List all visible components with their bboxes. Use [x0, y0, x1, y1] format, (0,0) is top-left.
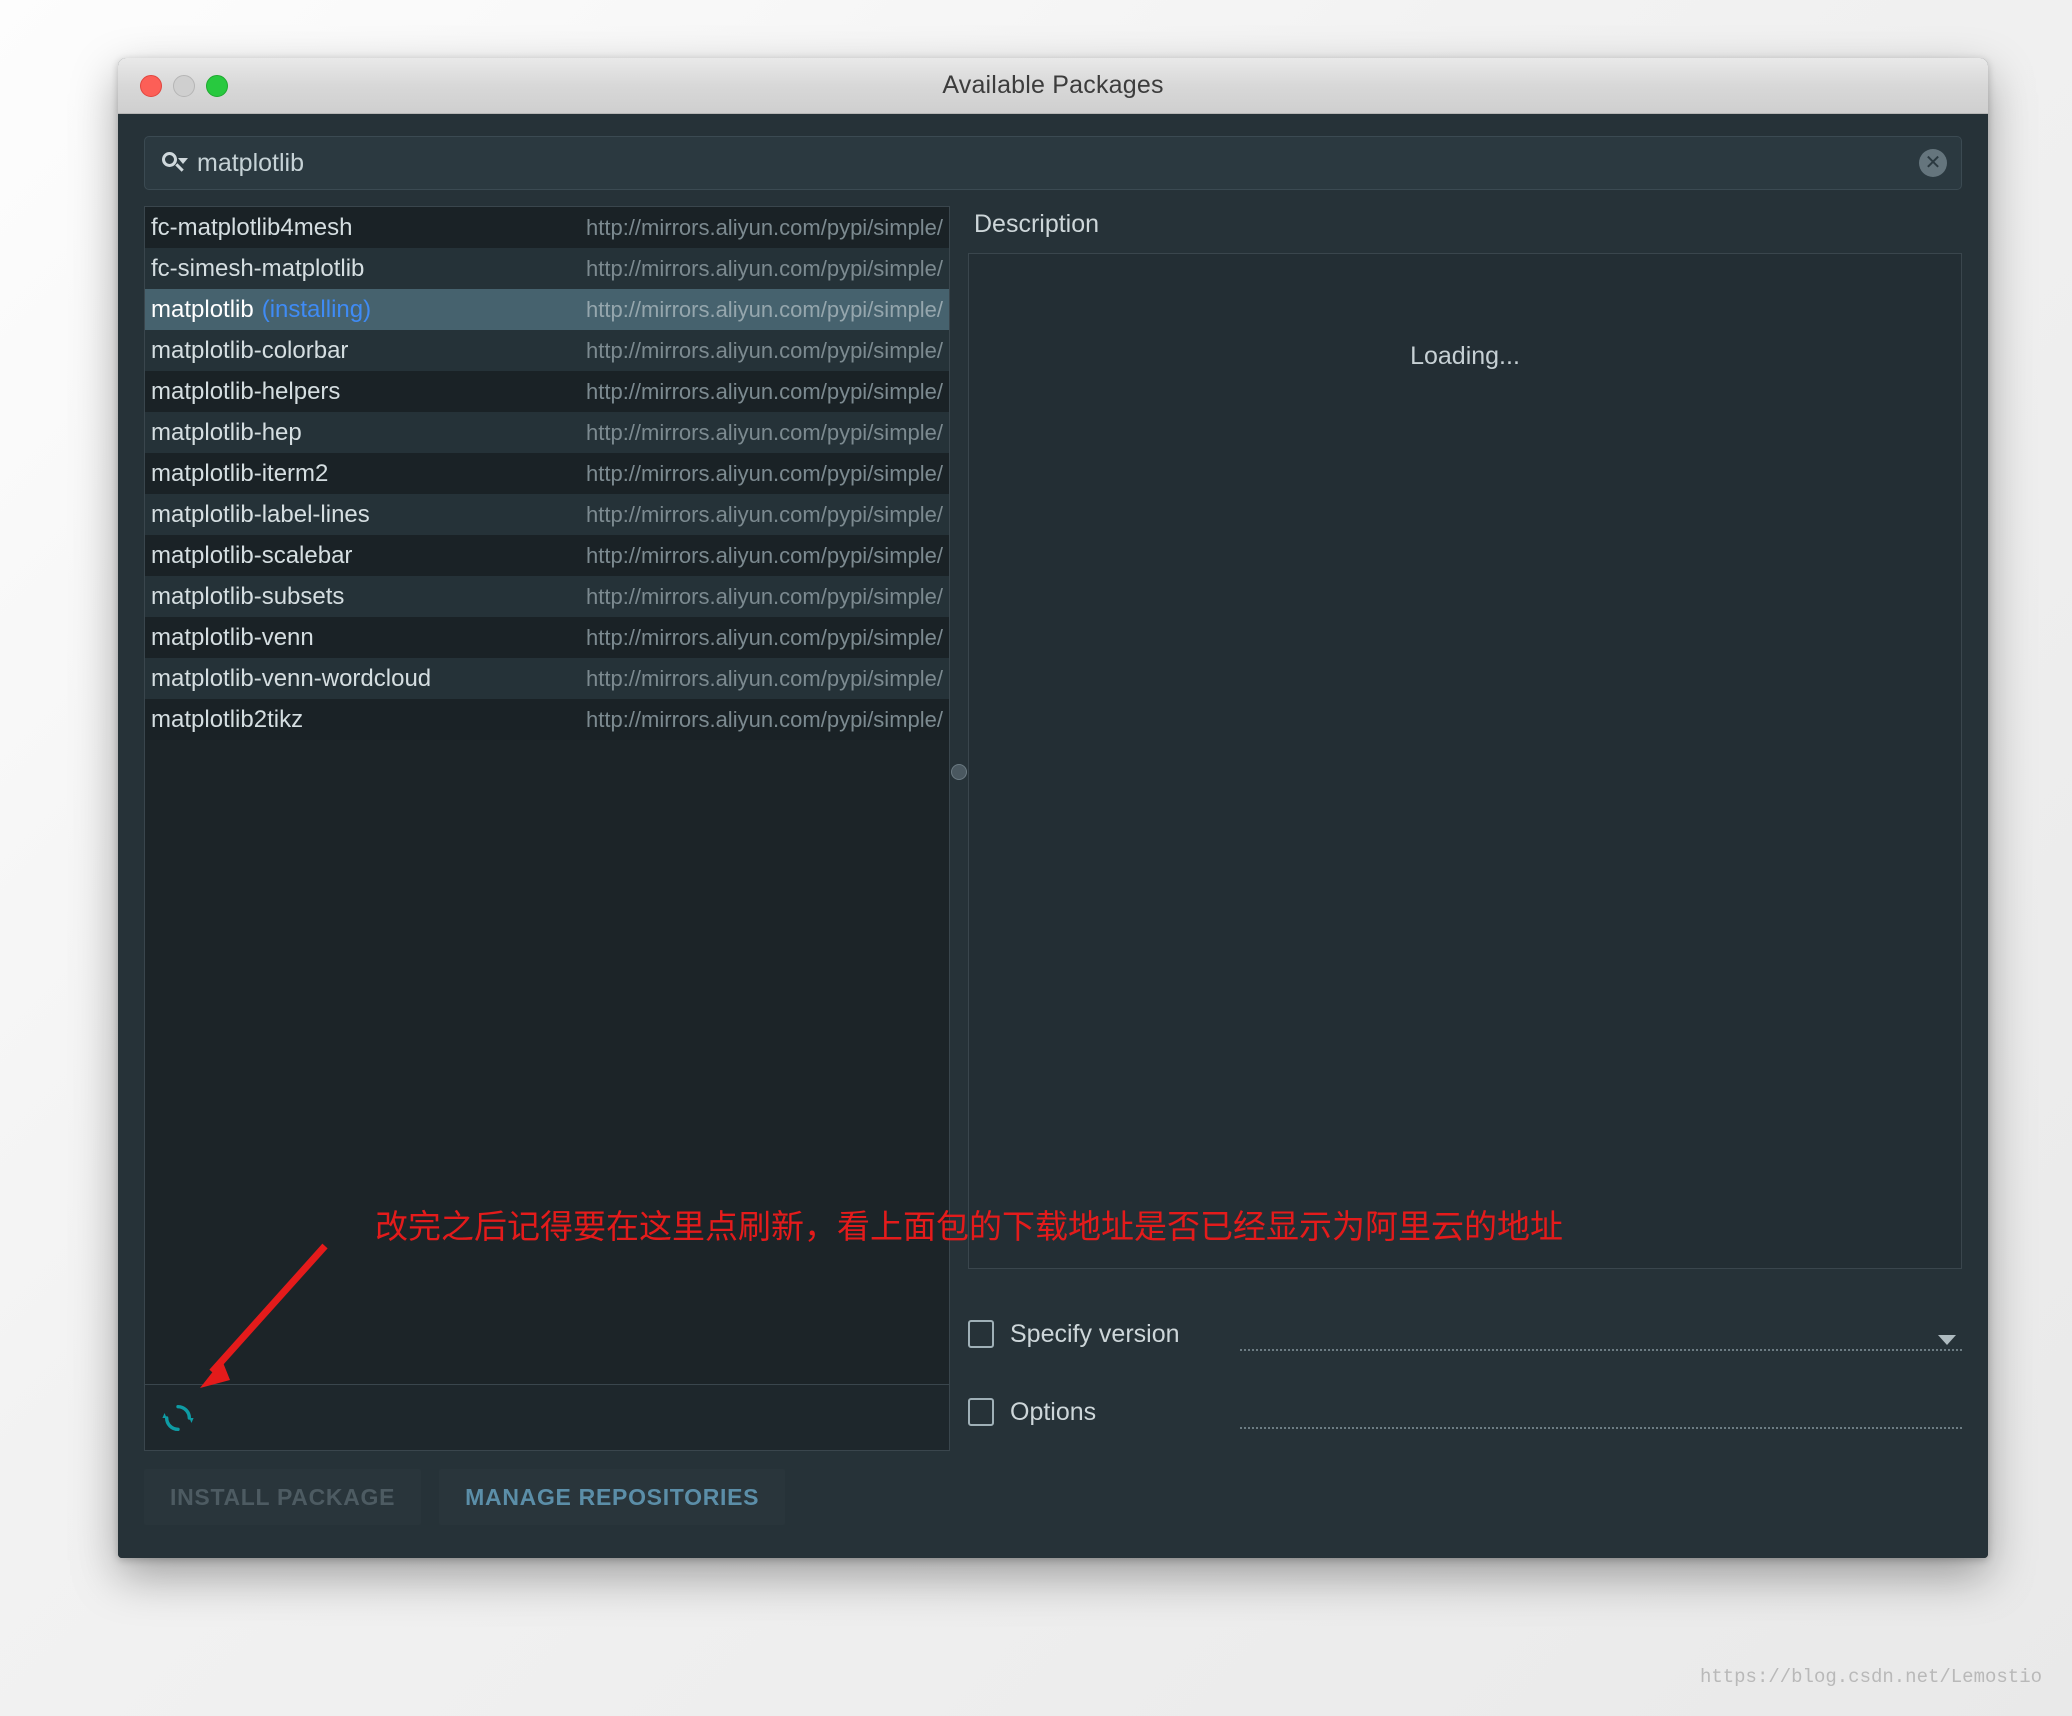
specify-version-label: Specify version	[1010, 1319, 1180, 1348]
description-box: Loading...	[968, 253, 1962, 1269]
options-field[interactable]	[1240, 1373, 1962, 1451]
specify-version-field[interactable]	[1240, 1295, 1962, 1373]
window-title: Available Packages	[942, 71, 1164, 99]
package-repository-url: http://mirrors.aliyun.com/pypi/simple/	[586, 255, 943, 281]
specify-version-checkbox[interactable]	[968, 1320, 994, 1348]
package-row[interactable]: matplotlib-venn-wordcloud http://mirrors.…	[145, 658, 949, 699]
field-underline	[1240, 1349, 1962, 1351]
package-name: matplotlib-helpers	[151, 377, 341, 405]
package-row[interactable]: fc-matplotlib4mesh http://mirrors.aliyun.…	[145, 207, 949, 248]
split-panes: fc-matplotlib4mesh http://mirrors.aliyun.…	[144, 206, 1962, 1451]
annotation-text: 改完之后记得要在这里点刷新，看上面包的下载地址是否已经显示为阿里云的地址	[375, 1207, 1563, 1246]
package-row[interactable]: matplotlib-scalebar http://mirrors.aliyun…	[145, 535, 949, 576]
package-row[interactable]: matplotlib-hep http://mirrors.aliyun.com/…	[145, 412, 949, 453]
pane-splitter[interactable]	[950, 206, 968, 1451]
watermark: https://blog.csdn.net/Lemostio	[1699, 1666, 2042, 1688]
package-name: fc-matplotlib4mesh	[151, 213, 353, 241]
package-name: fc-simesh-matplotlib	[151, 254, 365, 282]
package-name: matplotlib-venn	[151, 623, 314, 651]
package-repository-url: http://mirrors.aliyun.com/pypi/simple/	[586, 378, 943, 404]
package-name: matplotlib-venn-wordcloud	[151, 664, 432, 692]
package-name: matplotlib-colorbar	[151, 336, 349, 364]
package-repository-url: http://mirrors.aliyun.com/pypi/simple/	[586, 583, 943, 609]
package-name: matplotlib-scalebar	[151, 541, 353, 569]
search-icon[interactable]	[159, 148, 189, 178]
package-name: matplotlib-subsets	[151, 582, 345, 610]
package-name: matplotlib-label-lines	[151, 500, 370, 528]
package-row[interactable]: matplotlib-iterm2 http://mirrors.aliyun.c…	[145, 453, 949, 494]
package-name: matplotlib (installing)	[151, 295, 372, 323]
chevron-down-icon[interactable]	[1938, 1335, 1956, 1345]
options-label: Options	[1010, 1397, 1097, 1426]
options-checkbox[interactable]	[968, 1398, 994, 1426]
package-repository-url: http://mirrors.aliyun.com/pypi/simple/	[586, 214, 943, 240]
available-packages-window: Available Packages matplotlib ✕ fc-matpl…	[118, 58, 1988, 1558]
dialog-body: matplotlib ✕ fc-matplotlib4mesh http://mi…	[118, 114, 1988, 1558]
search-input[interactable]: matplotlib	[197, 149, 304, 178]
install-package-button[interactable]: INSTALL PACKAGE	[144, 1469, 422, 1525]
annotation-arrow-icon	[200, 1243, 328, 1388]
search-bar[interactable]: matplotlib ✕	[144, 136, 1962, 190]
package-name: matplotlib-iterm2	[151, 459, 329, 487]
package-repository-url: http://mirrors.aliyun.com/pypi/simple/	[586, 337, 943, 363]
package-row[interactable]: matplotlib-helpers http://mirrors.aliyun.…	[145, 371, 949, 412]
package-repository-url: http://mirrors.aliyun.com/pypi/simple/	[586, 501, 943, 527]
package-name: matplotlib2tikz	[151, 705, 304, 733]
install-options: Specify version Options	[968, 1269, 1962, 1451]
field-underline	[1240, 1427, 1962, 1429]
description-label: Description	[974, 210, 1100, 238]
package-row[interactable]: matplotlib-colorbar http://mirrors.aliyun…	[145, 330, 949, 371]
screenshot-root: Available Packages matplotlib ✕ fc-matpl…	[0, 0, 2072, 1716]
package-repository-url: http://mirrors.aliyun.com/pypi/simple/	[586, 706, 943, 732]
description-pane: Description Loading... Specify version O…	[968, 206, 1962, 1451]
options-row: Options	[968, 1373, 1962, 1451]
package-row[interactable]: matplotlib2tikz http://mirrors.aliyun.com…	[145, 699, 949, 740]
package-row[interactable]: matplotlib-venn http://mirrors.aliyun.com…	[145, 617, 949, 658]
window-titlebar: Available Packages	[118, 58, 1988, 114]
specify-version-row: Specify version	[968, 1295, 1962, 1373]
package-repository-url: http://mirrors.aliyun.com/pypi/simple/	[586, 296, 943, 322]
package-name: matplotlib-hep	[151, 418, 302, 446]
package-row[interactable]: matplotlib-label-lines http://mirrors.ali…	[145, 494, 949, 535]
package-repository-url: http://mirrors.aliyun.com/pypi/simple/	[586, 419, 943, 445]
clear-icon[interactable]: ✕	[1919, 149, 1947, 177]
package-row[interactable]: matplotlib-subsets http://mirrors.aliyun.…	[145, 576, 949, 617]
manage-repositories-button[interactable]: MANAGE REPOSITORIES	[439, 1469, 786, 1525]
dialog-footer: INSTALL PACKAGE MANAGE REPOSITORIES	[144, 1451, 1962, 1525]
splitter-handle[interactable]	[951, 764, 967, 780]
package-row[interactable]: matplotlib (installing) http://mirrors.ali…	[145, 289, 949, 330]
package-repository-url: http://mirrors.aliyun.com/pypi/simple/	[586, 542, 943, 568]
package-repository-url: http://mirrors.aliyun.com/pypi/simple/	[586, 460, 943, 486]
package-repository-url: http://mirrors.aliyun.com/pypi/simple/	[586, 665, 943, 691]
package-row[interactable]: fc-simesh-matplotlib http://mirrors.aliyu…	[145, 248, 949, 289]
package-repository-url: http://mirrors.aliyun.com/pypi/simple/	[586, 624, 943, 650]
package-status: (installing)	[261, 295, 372, 323]
loading-text: Loading...	[1410, 342, 1520, 370]
